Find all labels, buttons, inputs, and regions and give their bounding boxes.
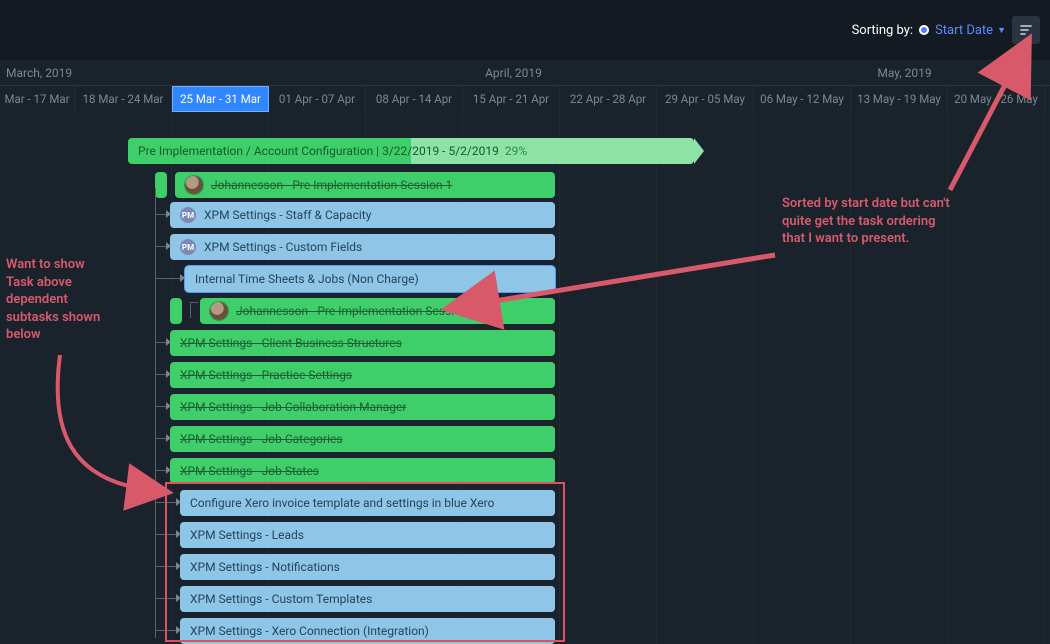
month-cell: April, 2019: [268, 60, 753, 85]
dependency-arrow-icon: [176, 530, 181, 538]
sort-radio-icon[interactable]: [919, 25, 929, 35]
task-leads[interactable]: XPM Settings - Leads: [180, 522, 555, 548]
task-notif[interactable]: XPM Settings - Notifications: [180, 554, 555, 580]
task-clientbiz[interactable]: XPM Settings - Client Business Structure…: [170, 330, 555, 356]
task-practice[interactable]: XPM Settings - Practice Settings: [170, 362, 555, 388]
week-cell[interactable]: 01 Apr - 07 Apr: [269, 86, 366, 112]
phase-percent: 29%: [505, 144, 527, 158]
dependency-line: [155, 566, 177, 567]
task-label: XPM Settings - Leads: [190, 528, 304, 542]
task-xeroinv[interactable]: Configure Xero invoice template and sett…: [180, 490, 555, 516]
task-jobcat[interactable]: XPM Settings - Job Categories: [170, 426, 555, 452]
dependency-arrow-icon: [166, 434, 171, 442]
week-cell[interactable]: 06 May - 12 May: [754, 86, 851, 112]
task-label: XPM Settings - Job Collaboration Manager: [180, 400, 406, 414]
dependency-arrow-icon: [166, 370, 171, 378]
avatar-icon: [185, 176, 203, 194]
task-label: XPM Settings - Notifications: [190, 560, 340, 574]
task-label: XPM Settings - Job States: [180, 464, 319, 478]
week-cell[interactable]: 08 Apr - 14 Apr: [366, 86, 463, 112]
week-cell[interactable]: 20 May - 26 May: [948, 86, 1045, 112]
dependency-arrow-icon: [166, 210, 171, 218]
task-jobcollab[interactable]: XPM Settings - Job Collaboration Manager: [170, 394, 555, 420]
sort-field-dropdown[interactable]: Start Date ▼: [935, 23, 1006, 38]
task-nub[interactable]: [170, 298, 182, 324]
task-customfields[interactable]: PM XPM Settings - Custom Fields: [170, 234, 555, 260]
task-xeroconn[interactable]: XPM Settings - Xero Connection (Integrat…: [180, 618, 555, 644]
month-cell: May, 2019: [753, 60, 1050, 85]
week-cell[interactable]: 27: [1045, 86, 1050, 112]
dependency-arrow-icon: [176, 562, 181, 570]
week-cell-active[interactable]: 25 Mar - 31 Mar: [172, 86, 269, 112]
pm-badge-icon: PM: [180, 207, 196, 223]
sort-icon: [1019, 23, 1033, 37]
week-cell[interactable]: 18 Mar - 24 Mar: [75, 86, 172, 112]
week-cell[interactable]: Mar - 17 Mar: [0, 86, 75, 112]
dependency-arrow-icon: [180, 274, 185, 282]
task-label: XPM Settings - Staff & Capacity: [204, 208, 371, 222]
sort-field-label: Start Date: [935, 23, 993, 38]
task-label: Johannesson - Pre Implementation Session…: [236, 304, 477, 318]
dependency-arrow-icon: [166, 242, 171, 250]
dependency-line: [155, 630, 177, 631]
task-session1[interactable]: Johannesson - Pre Implementation Session…: [175, 172, 555, 198]
dependency-arrow-icon: [166, 466, 171, 474]
task-staff[interactable]: PM XPM Settings - Staff & Capacity: [170, 202, 555, 228]
task-jobstates[interactable]: XPM Settings - Job States: [170, 458, 555, 484]
dependency-arrow-icon: [176, 626, 181, 634]
dependency-arrow-icon: [166, 338, 171, 346]
dependency-arrow-icon: [166, 402, 171, 410]
task-label: XPM Settings - Job Categories: [180, 432, 343, 446]
sort-direction-button[interactable]: [1012, 16, 1040, 44]
task-label: Configure Xero invoice template and sett…: [190, 496, 494, 510]
month-header-row: March, 2019 April, 2019 May, 2019: [0, 60, 1050, 86]
week-cell[interactable]: 15 Apr - 21 Apr: [463, 86, 560, 112]
task-label: XPM Settings - Xero Connection (Integrat…: [190, 624, 429, 638]
top-bar: Sorting by: Start Date ▼: [0, 0, 1050, 60]
phase-bar[interactable]: Pre Implementation / Account Configurati…: [128, 138, 694, 164]
task-label: Internal Time Sheets & Jobs (Non Charge): [195, 272, 419, 286]
avatar-icon: [210, 302, 228, 320]
caret-down-icon: ▼: [997, 25, 1006, 36]
task-label: XPM Settings - Client Business Structure…: [180, 336, 402, 350]
dependency-line: [155, 598, 177, 599]
task-nub[interactable]: [155, 172, 167, 198]
dependency-arrow-icon: [176, 594, 181, 602]
dependency-line: [190, 302, 191, 318]
task-label: Johannesson - Pre Implementation Session…: [211, 178, 452, 192]
dependency-line: [155, 502, 177, 503]
week-header-row: Mar - 17 Mar 18 Mar - 24 Mar 25 Mar - 31…: [0, 86, 1050, 112]
task-label: XPM Settings - Custom Fields: [204, 240, 362, 254]
dependency-line: [155, 188, 156, 638]
task-timesheets[interactable]: Internal Time Sheets & Jobs (Non Charge): [185, 266, 555, 292]
week-cell[interactable]: 29 Apr - 05 May: [657, 86, 754, 112]
dependency-arrow-icon: [176, 498, 181, 506]
week-cell[interactable]: 13 May - 19 May: [851, 86, 948, 112]
task-session2[interactable]: Johannesson - Pre Implementation Session…: [200, 298, 555, 324]
task-label: XPM Settings - Custom Templates: [190, 592, 372, 606]
task-templates[interactable]: XPM Settings - Custom Templates: [180, 586, 555, 612]
dependency-line: [190, 302, 198, 303]
dependency-line: [155, 278, 181, 279]
sort-by-label: Sorting by:: [852, 23, 914, 38]
pm-badge-icon: PM: [180, 239, 196, 255]
task-label: XPM Settings - Practice Settings: [180, 368, 352, 382]
phase-title: Pre Implementation / Account Configurati…: [138, 144, 499, 158]
week-cell[interactable]: 22 Apr - 28 Apr: [560, 86, 657, 112]
month-cell: March, 2019: [0, 60, 268, 85]
dependency-line: [155, 534, 177, 535]
